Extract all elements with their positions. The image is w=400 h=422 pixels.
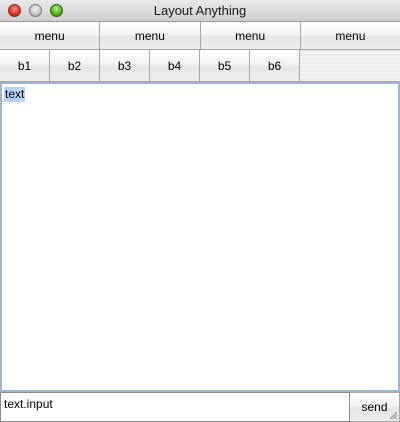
menu-button-2[interactable]: menu	[100, 22, 201, 49]
send-button-label: send	[361, 400, 388, 414]
b5-button[interactable]: b5	[200, 50, 250, 81]
message-input[interactable]: text.input	[0, 392, 350, 422]
window-title: Layout Anything	[153, 3, 247, 18]
resize-grip-icon[interactable]	[388, 410, 398, 420]
send-button[interactable]: send	[350, 392, 400, 422]
menu-button-3[interactable]: menu	[200, 22, 301, 49]
b3-button[interactable]: b3	[100, 50, 150, 81]
b2-button[interactable]: b2	[50, 50, 100, 81]
menu-button-4[interactable]: menu	[300, 22, 400, 49]
text-area[interactable]: text	[0, 82, 400, 392]
button-toolbar: b1 b2 b3 b4 b5 b6	[0, 50, 400, 82]
b6-button[interactable]: b6	[250, 50, 300, 81]
b4-button[interactable]: b4	[150, 50, 200, 81]
selected-text[interactable]: text	[4, 87, 26, 102]
menu-button-1[interactable]: menu	[0, 22, 101, 49]
title-bar[interactable]: Layout Anything	[0, 0, 400, 22]
b1-button[interactable]: b1	[0, 50, 50, 81]
input-row: text.input send	[0, 392, 400, 422]
menu-bar: menu menu menu menu	[0, 22, 400, 50]
app-window: Layout Anything menu menu menu menu b1 b…	[0, 0, 400, 422]
message-input-value[interactable]: text.input	[4, 397, 53, 411]
